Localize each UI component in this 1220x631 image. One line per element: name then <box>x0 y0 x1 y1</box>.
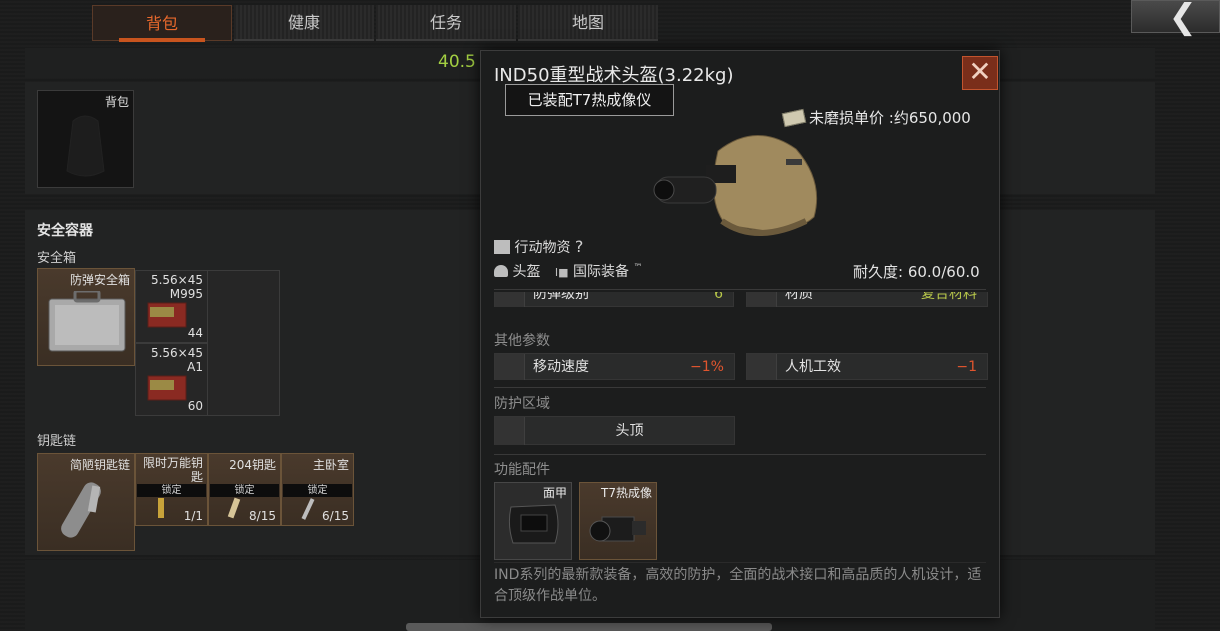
armor-class-value: 6 <box>714 292 723 302</box>
trademark: ™ <box>633 263 643 273</box>
key-label: 主卧室 <box>312 458 349 472</box>
accessory-label: T7热成像 <box>601 486 652 500</box>
safe-case-slot[interactable]: 防弹安全箱 <box>37 268 135 366</box>
ammo-label: 5.56×45 A1 <box>150 346 203 374</box>
ergonomics-label: 人机工效 <box>785 359 841 375</box>
armor-class-label: 防弹级别 <box>533 292 589 302</box>
key-icon <box>227 497 241 519</box>
divider <box>494 454 986 455</box>
protect-zone-cell: 头顶 <box>494 416 735 445</box>
material-value: 复合材料 <box>921 292 977 302</box>
brand-icon: I■ <box>554 266 569 279</box>
helmet-icon <box>494 265 508 277</box>
tab-health[interactable]: 健康 <box>234 5 374 41</box>
key-count: 6/15 <box>322 509 349 523</box>
help-icon[interactable]: ? <box>575 237 584 256</box>
accessory-slot-thermal[interactable]: T7热成像 <box>579 482 657 560</box>
ammo-count: 60 <box>187 399 203 413</box>
action-item-label: 行动物资 <box>514 240 571 256</box>
lock-badge: 锁定 <box>283 484 352 497</box>
ammo-slot[interactable]: 5.56×45 A1 60 <box>135 343 208 416</box>
item-description: IND系列的最新款装备，高效的防护，全面的战术接口和高品质的人机设计，适合顶级作… <box>494 567 982 604</box>
keychain-icon <box>61 482 101 538</box>
pistol-icon <box>747 354 777 380</box>
tab-backpack[interactable]: 背包 <box>92 5 232 42</box>
protect-zone-label: 头顶 <box>615 423 644 439</box>
ergonomics-value: −1 <box>956 359 977 375</box>
helmet-image <box>653 135 818 236</box>
close-button[interactable]: ✕ <box>962 56 998 90</box>
ergonomics-cell: 人机工效 −1 <box>746 353 988 380</box>
box-icon <box>494 240 510 254</box>
shield-icon <box>495 292 525 307</box>
keychain-slot[interactable]: 简陋钥匙链 <box>37 453 135 551</box>
material-cell: 材质 复合材料 <box>746 292 988 307</box>
durability: 耐久度: 60.0/60.0 <box>853 263 980 281</box>
tab-tasks[interactable]: 任务 <box>376 5 516 41</box>
material-icon <box>747 292 777 307</box>
price-text: 未磨损单价 :约650,000 <box>809 109 971 127</box>
key-count: 1/1 <box>183 509 203 523</box>
category-label: 头盔 <box>512 264 541 280</box>
ammo-slot[interactable]: 5.56×45 M995 44 <box>135 270 208 343</box>
thermal-scope-icon <box>589 516 646 542</box>
brand-label: 国际装备 <box>573 264 629 280</box>
ammo-box-icon <box>147 302 187 328</box>
safe-box-subtitle: 安全箱 <box>37 251 77 266</box>
divider <box>494 289 986 290</box>
close-icon: ✕ <box>968 55 992 88</box>
move-speed-label: 移动速度 <box>533 359 589 375</box>
move-speed-cell: 移动速度 −1% <box>494 353 735 380</box>
divider <box>494 387 986 388</box>
key-count: 8/15 <box>249 509 276 523</box>
function-accessory-title: 功能配件 <box>494 462 550 478</box>
tab-map[interactable]: 地图 <box>518 5 658 41</box>
armor-class-cell: 防弹级别 6 <box>494 292 734 307</box>
key-icon <box>158 498 164 518</box>
equipped-badge: 已装配T7热成像仪 <box>505 84 674 116</box>
keychain-label: 简陋钥匙链 <box>69 458 130 472</box>
key-slot[interactable]: 204钥匙 锁定 8/15 <box>208 453 281 526</box>
protect-zone-title: 防护区域 <box>494 396 550 412</box>
safe-case-label: 防弹安全箱 <box>69 273 130 287</box>
weight-value: 40.5 <box>438 52 476 72</box>
scrollbar[interactable] <box>406 623 772 631</box>
keychain-title: 钥匙链 <box>37 434 77 449</box>
armor-row-clip: 防弹级别 6 材质 复合材料 <box>494 292 988 308</box>
category-row: 头盔 I■ 国际装备 ™ <box>494 261 642 281</box>
key-slot[interactable]: 主卧室 锁定 6/15 <box>281 453 354 526</box>
ammo-box-icon <box>147 375 187 401</box>
ammo-count: 44 <box>187 326 203 340</box>
accessory-slot-face-shield[interactable]: 面甲 <box>494 482 572 560</box>
divider <box>494 562 986 563</box>
backpack-label: 背包 <box>104 95 129 109</box>
face-shield-icon <box>508 504 559 544</box>
item-detail-modal: IND50重型战术头盔(3.22kg) ✕ 已装配T7热成像仪 未磨损单价 :约… <box>480 50 1000 618</box>
runner-icon <box>495 354 525 380</box>
move-speed-value: −1% <box>690 359 724 375</box>
safe-case-icon <box>48 291 126 352</box>
material-label: 材质 <box>785 292 813 302</box>
key-label: 限时万能钥 匙 <box>142 456 203 484</box>
action-item-row: 行动物资 ? <box>494 237 583 257</box>
lock-badge: 锁定 <box>210 484 279 497</box>
backpack-silhouette-icon <box>66 115 105 177</box>
tab-label: 背包 <box>145 14 178 33</box>
tab-label: 任务 <box>429 13 462 32</box>
ammo-label: 5.56×45 M995 <box>150 273 203 301</box>
key-label: 204钥匙 <box>229 458 276 472</box>
tab-label: 健康 <box>287 13 320 32</box>
back-chevron-icon: ❮ <box>1168 0 1198 37</box>
key-slot[interactable]: 限时万能钥 匙 锁定 1/1 <box>135 453 208 526</box>
other-params-title: 其他参数 <box>494 333 550 349</box>
safe-container-title: 安全容器 <box>37 223 93 239</box>
backpack-slot[interactable]: 背包 <box>37 90 134 188</box>
tab-label: 地图 <box>571 13 604 32</box>
back-button[interactable]: ❮ <box>1131 0 1220 37</box>
lock-badge: 锁定 <box>137 484 206 497</box>
key-icon <box>301 498 315 520</box>
